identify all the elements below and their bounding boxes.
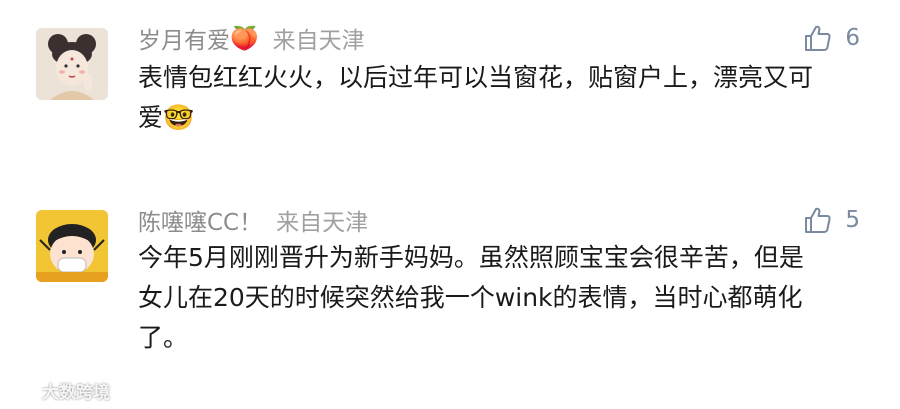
comment-body: 表情包红红火火，以后过年可以当窗花，贴窗户上，漂亮又可爱 [138, 63, 814, 132]
comment-item: 岁月有爱 🍑 来自天津 6 表情包红红火火，以后过年可以当窗花，贴窗户上，漂亮又可… [0, 0, 900, 190]
nerd-face-emoji-icon: 🤓 [163, 103, 195, 132]
avatar-illustration [36, 210, 108, 282]
avatar-illustration [36, 28, 108, 100]
author-name[interactable]: 岁月有爱 🍑 [138, 21, 259, 55]
author-name[interactable]: 陈噻噻CC！ [138, 203, 262, 237]
location-label: 来自天津 [272, 28, 365, 54]
like-button[interactable]: 6 [803, 21, 860, 55]
watermark-text: 大数跨境 [42, 383, 110, 403]
watermark-logo-icon [9, 383, 35, 398]
comment-text: 今年5月刚刚晋升为新手妈妈。虽然照顾宝宝会很辛苦，但是女儿在20天的时候突然给我… [138, 243, 804, 352]
peach-emoji-icon: 🍑 [230, 25, 259, 52]
like-count: 6 [845, 25, 860, 51]
thumbs-up-icon [805, 207, 831, 233]
comment-item: 陈噻噻CC！ 来自天津 5 今年5月刚刚晋升为新手妈妈。虽然照顾宝宝会很辛苦，但… [0, 190, 900, 409]
comment-meta: 陈噻噻CC！ 来自天津 [138, 203, 368, 237]
avatar[interactable] [36, 28, 108, 100]
comment-text: 表情包红红火火，以后过年可以当窗花，贴窗户上，漂亮又可爱🤓 [138, 58, 828, 138]
like-count: 5 [845, 207, 860, 233]
comment-meta: 岁月有爱 🍑 来自天津 [138, 21, 365, 55]
author-name-text[interactable]: 岁月有爱 [138, 21, 230, 55]
thumbs-up-icon [805, 25, 831, 51]
like-button[interactable]: 5 [803, 203, 860, 237]
watermark: 大数跨境 [8, 378, 110, 403]
location-label: 来自天津 [276, 210, 369, 236]
avatar[interactable] [36, 210, 108, 282]
